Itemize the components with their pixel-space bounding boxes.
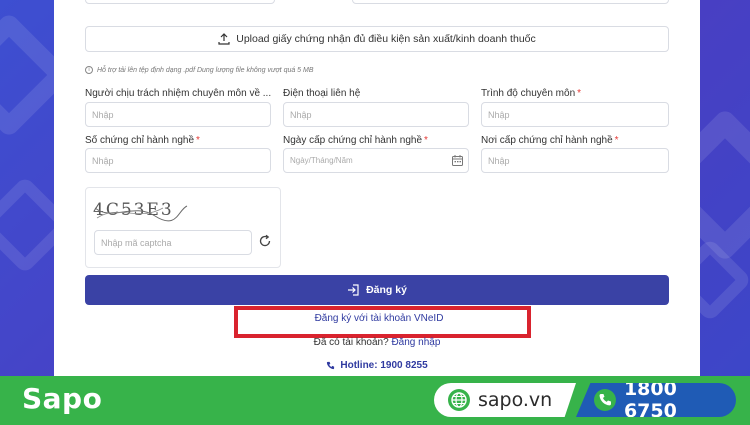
cert-number-input[interactable] [85, 148, 271, 173]
cert-date-label: Ngày cấp chứng chỉ hành nghề * [283, 135, 428, 146]
register-button[interactable]: Đăng ký [85, 275, 669, 305]
calendar-icon[interactable] [452, 155, 463, 166]
phone-icon [327, 361, 335, 370]
login-prompt: Đã có tài khoản? Đăng nhập [54, 337, 700, 348]
previous-input-field[interactable] [352, 0, 669, 4]
phone-input[interactable] [283, 102, 469, 127]
sapo-logo: Sapo [22, 382, 103, 415]
cert-number-label: Số chứng chỉ hành nghề * [85, 135, 200, 146]
registration-form-card: Upload giấy chứng nhận đủ điều kiện sản … [54, 0, 700, 376]
phone-icon [594, 389, 616, 411]
upload-label: Upload giấy chứng nhận đủ điều kiện sản … [236, 33, 536, 45]
website-text: sapo.vn [478, 389, 553, 411]
login-link[interactable]: Đăng nhập [391, 337, 440, 348]
previous-input-field[interactable] [85, 0, 275, 4]
website-badge: sapo.vn [434, 383, 576, 417]
highlight-box [234, 306, 531, 338]
login-icon [348, 284, 359, 296]
cert-place-label: Nơi cấp chứng chỉ hành nghề * [481, 135, 619, 146]
captcha-input[interactable] [94, 230, 252, 255]
responsible-person-input[interactable] [85, 102, 271, 127]
globe-icon [448, 389, 470, 411]
upload-icon [218, 33, 230, 45]
captcha-image: 4C53E3 [93, 200, 188, 224]
hotline: Hotline: 1900 8255 [54, 360, 700, 371]
login-prompt-text: Đã có tài khoản? [313, 337, 389, 348]
qualification-input[interactable] [481, 102, 669, 127]
refresh-icon[interactable] [258, 234, 272, 248]
upload-certificate-button[interactable]: Upload giấy chứng nhận đủ điều kiện sản … [85, 26, 669, 52]
hotline-text: Hotline: 1900 8255 [340, 360, 428, 371]
responsible-person-label: Người chịu trách nhiệm chuyên môn về ... [85, 88, 272, 99]
captcha-panel: 4C53E3 [85, 187, 281, 268]
phone-label: Điện thoại liên hệ [283, 88, 361, 99]
register-button-label: Đăng ký [366, 284, 407, 296]
cert-date-input[interactable] [283, 148, 469, 173]
sapo-footer-banner: Sapo sapo.vn 1800 6750 [0, 376, 750, 425]
cert-date-picker[interactable] [283, 148, 469, 173]
info-icon: i [85, 66, 93, 74]
upload-hint: i Hỗ trợ tải lên tệp định dạng .pdf Dung… [85, 66, 314, 74]
cert-place-input[interactable] [481, 148, 669, 173]
phone-number-text: 1800 6750 [623, 378, 677, 422]
qualification-label: Trình độ chuyên môn * [481, 88, 582, 99]
upload-hint-text: Hỗ trợ tải lên tệp định dạng .pdf Dung l… [97, 66, 314, 74]
phone-badge: 1800 6750 [576, 383, 736, 417]
